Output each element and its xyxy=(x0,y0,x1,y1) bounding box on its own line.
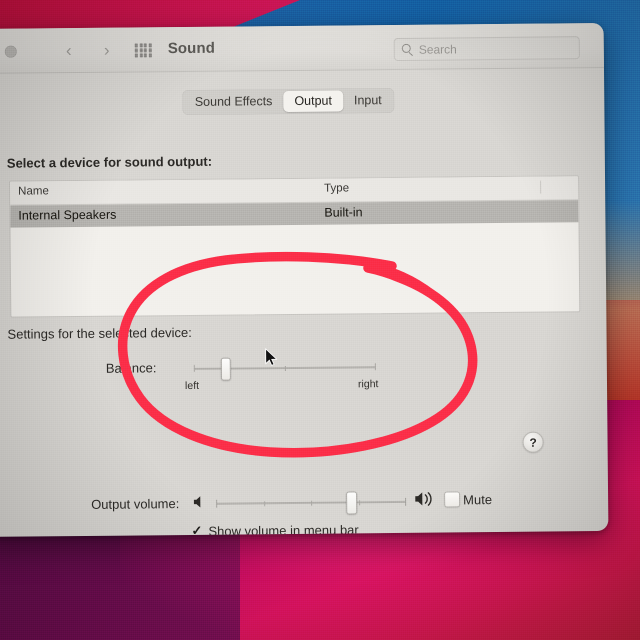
grid-dot xyxy=(139,48,143,53)
balance-tick-left xyxy=(193,364,195,372)
device-list[interactable]: Name Type Internal Speakers Built-in xyxy=(9,175,581,318)
volume-tick xyxy=(358,500,360,506)
grid-dot xyxy=(134,53,138,58)
output-volume-label: Output volume: xyxy=(91,496,180,512)
grid-dot xyxy=(134,43,138,48)
grid-apps-icon[interactable] xyxy=(134,43,152,58)
grid-dot xyxy=(143,43,148,48)
device-section-heading: Select a device for sound output: xyxy=(6,153,213,171)
window-titlebar: ‹ › Sound Search xyxy=(0,22,604,75)
grid-dot xyxy=(148,53,152,58)
grid-dot xyxy=(139,43,143,48)
back-button[interactable]: ‹ xyxy=(60,41,78,61)
volume-tick-end xyxy=(405,497,407,506)
window-title: Sound xyxy=(167,39,216,58)
search-icon xyxy=(401,43,414,56)
forward-button[interactable]: › xyxy=(98,41,116,61)
grid-dot xyxy=(139,53,143,58)
grid-dot xyxy=(144,48,148,53)
grid-dot xyxy=(134,48,138,53)
volume-tick xyxy=(263,501,265,507)
speaker-high-icon xyxy=(415,492,432,506)
column-divider[interactable] xyxy=(540,180,542,194)
device-type: Built-in xyxy=(324,205,363,220)
tab-sound-effects[interactable]: Sound Effects xyxy=(184,91,284,113)
tab-input[interactable]: Input xyxy=(343,90,393,111)
search-field[interactable]: Search xyxy=(393,36,580,61)
balance-slider-thumb[interactable] xyxy=(220,357,231,381)
device-name: Internal Speakers xyxy=(18,207,117,223)
speaker-low-icon xyxy=(193,496,201,508)
balance-tick-right xyxy=(374,363,376,371)
table-row[interactable]: Internal Speakers Built-in xyxy=(10,200,579,228)
sound-preferences-window: ‹ › Sound Search Sound Effects Output In… xyxy=(0,22,609,538)
volume-tick xyxy=(311,500,313,506)
minimize-button[interactable] xyxy=(4,45,17,58)
mute-label[interactable]: Mute xyxy=(463,492,492,507)
mouse-pointer-icon xyxy=(265,348,278,366)
grid-dot xyxy=(148,48,152,53)
help-question-icon[interactable]: ? xyxy=(522,431,544,453)
output-volume-slider[interactable] xyxy=(216,491,407,515)
output-volume-thumb[interactable] xyxy=(346,491,358,515)
grid-dot xyxy=(148,43,152,48)
column-header-type[interactable]: Type xyxy=(324,182,349,194)
column-header-name[interactable]: Name xyxy=(18,185,49,197)
tab-group: Sound Effects Output Input xyxy=(181,87,395,116)
window-traffic-lights[interactable] xyxy=(0,45,17,58)
tab-output[interactable]: Output xyxy=(283,90,344,113)
mute-checkbox[interactable] xyxy=(444,491,461,508)
balance-left-label: left xyxy=(184,379,200,393)
tab-bar: Sound Effects Output Input xyxy=(0,86,604,117)
search-placeholder: Search xyxy=(418,41,457,57)
balance-label: Balance: xyxy=(105,360,157,376)
grid-dot xyxy=(144,53,148,58)
volume-tick-start xyxy=(216,499,218,508)
balance-slider[interactable] xyxy=(193,357,376,381)
balance-tick-center xyxy=(284,366,286,372)
settings-section-heading: Settings for the selected device: xyxy=(7,324,192,342)
balance-right-label: right xyxy=(357,378,379,391)
screenshot-photo: ‹ › Sound Search Sound Effects Output In… xyxy=(0,0,640,640)
